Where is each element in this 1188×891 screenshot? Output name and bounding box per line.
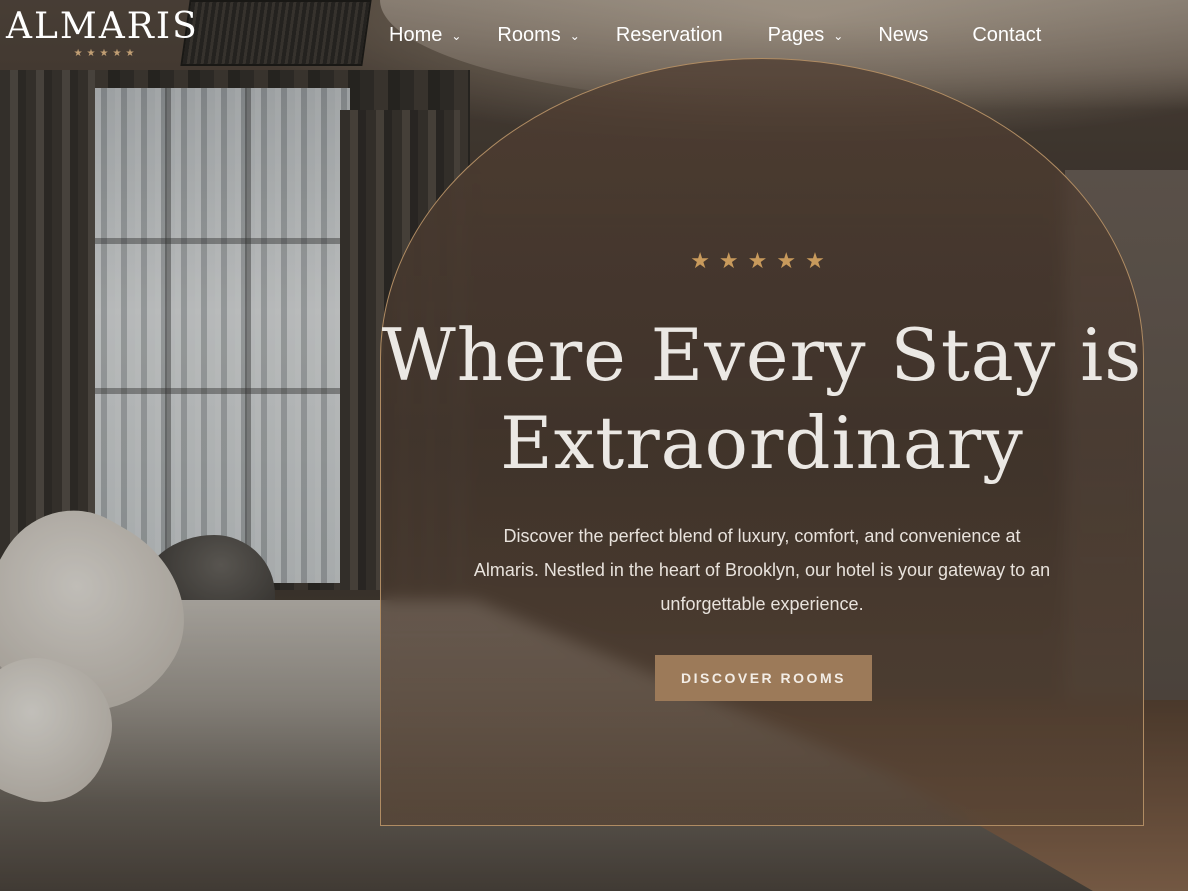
brand-stars: ★★★★★	[73, 48, 139, 59]
hero-rating-stars: ★★★★★	[690, 249, 834, 274]
nav-item-label: Contact	[972, 24, 1042, 46]
hero-description: Discover the perfect blend of luxury, co…	[473, 526, 1051, 614]
nav-item-label: Pages	[767, 24, 825, 46]
brand-logo[interactable]: ALMARIS ★★★★★	[6, 6, 216, 60]
nav-item-pages[interactable]: Pages ⌄	[768, 21, 844, 49]
hero-title-line-2: Extraordinary	[500, 401, 1024, 485]
main-nav: Home ⌄ Rooms ⌄ Reservation Pages ⌄ News …	[389, 21, 1041, 49]
nav-item-news[interactable]: News	[878, 21, 928, 49]
nav-item-label: Home	[389, 24, 443, 46]
nav-item-label: News	[878, 24, 929, 46]
discover-rooms-button[interactable]: DISCOVER ROOMS	[655, 655, 872, 701]
nav-item-home[interactable]: Home ⌄	[389, 21, 461, 49]
hero-arch-card: ★★★★★ Where Every Stay is Extraordinary …	[380, 58, 1144, 826]
nav-item-reservation[interactable]: Reservation	[616, 21, 723, 49]
hero-title-line-1: Where Every Stay is	[381, 313, 1143, 397]
nav-item-label: Reservation	[615, 24, 723, 46]
nav-item-contact[interactable]: Contact	[972, 21, 1041, 49]
hero-title: Where Every Stay is Extraordinary	[381, 311, 1143, 487]
brand-name: ALMARIS	[6, 6, 199, 47]
chevron-down-icon: ⌄	[569, 29, 580, 43]
nav-item-rooms[interactable]: Rooms ⌄	[497, 21, 579, 49]
chevron-down-icon: ⌄	[833, 29, 844, 43]
nav-item-label: Rooms	[497, 24, 561, 46]
chevron-down-icon: ⌄	[451, 29, 462, 43]
